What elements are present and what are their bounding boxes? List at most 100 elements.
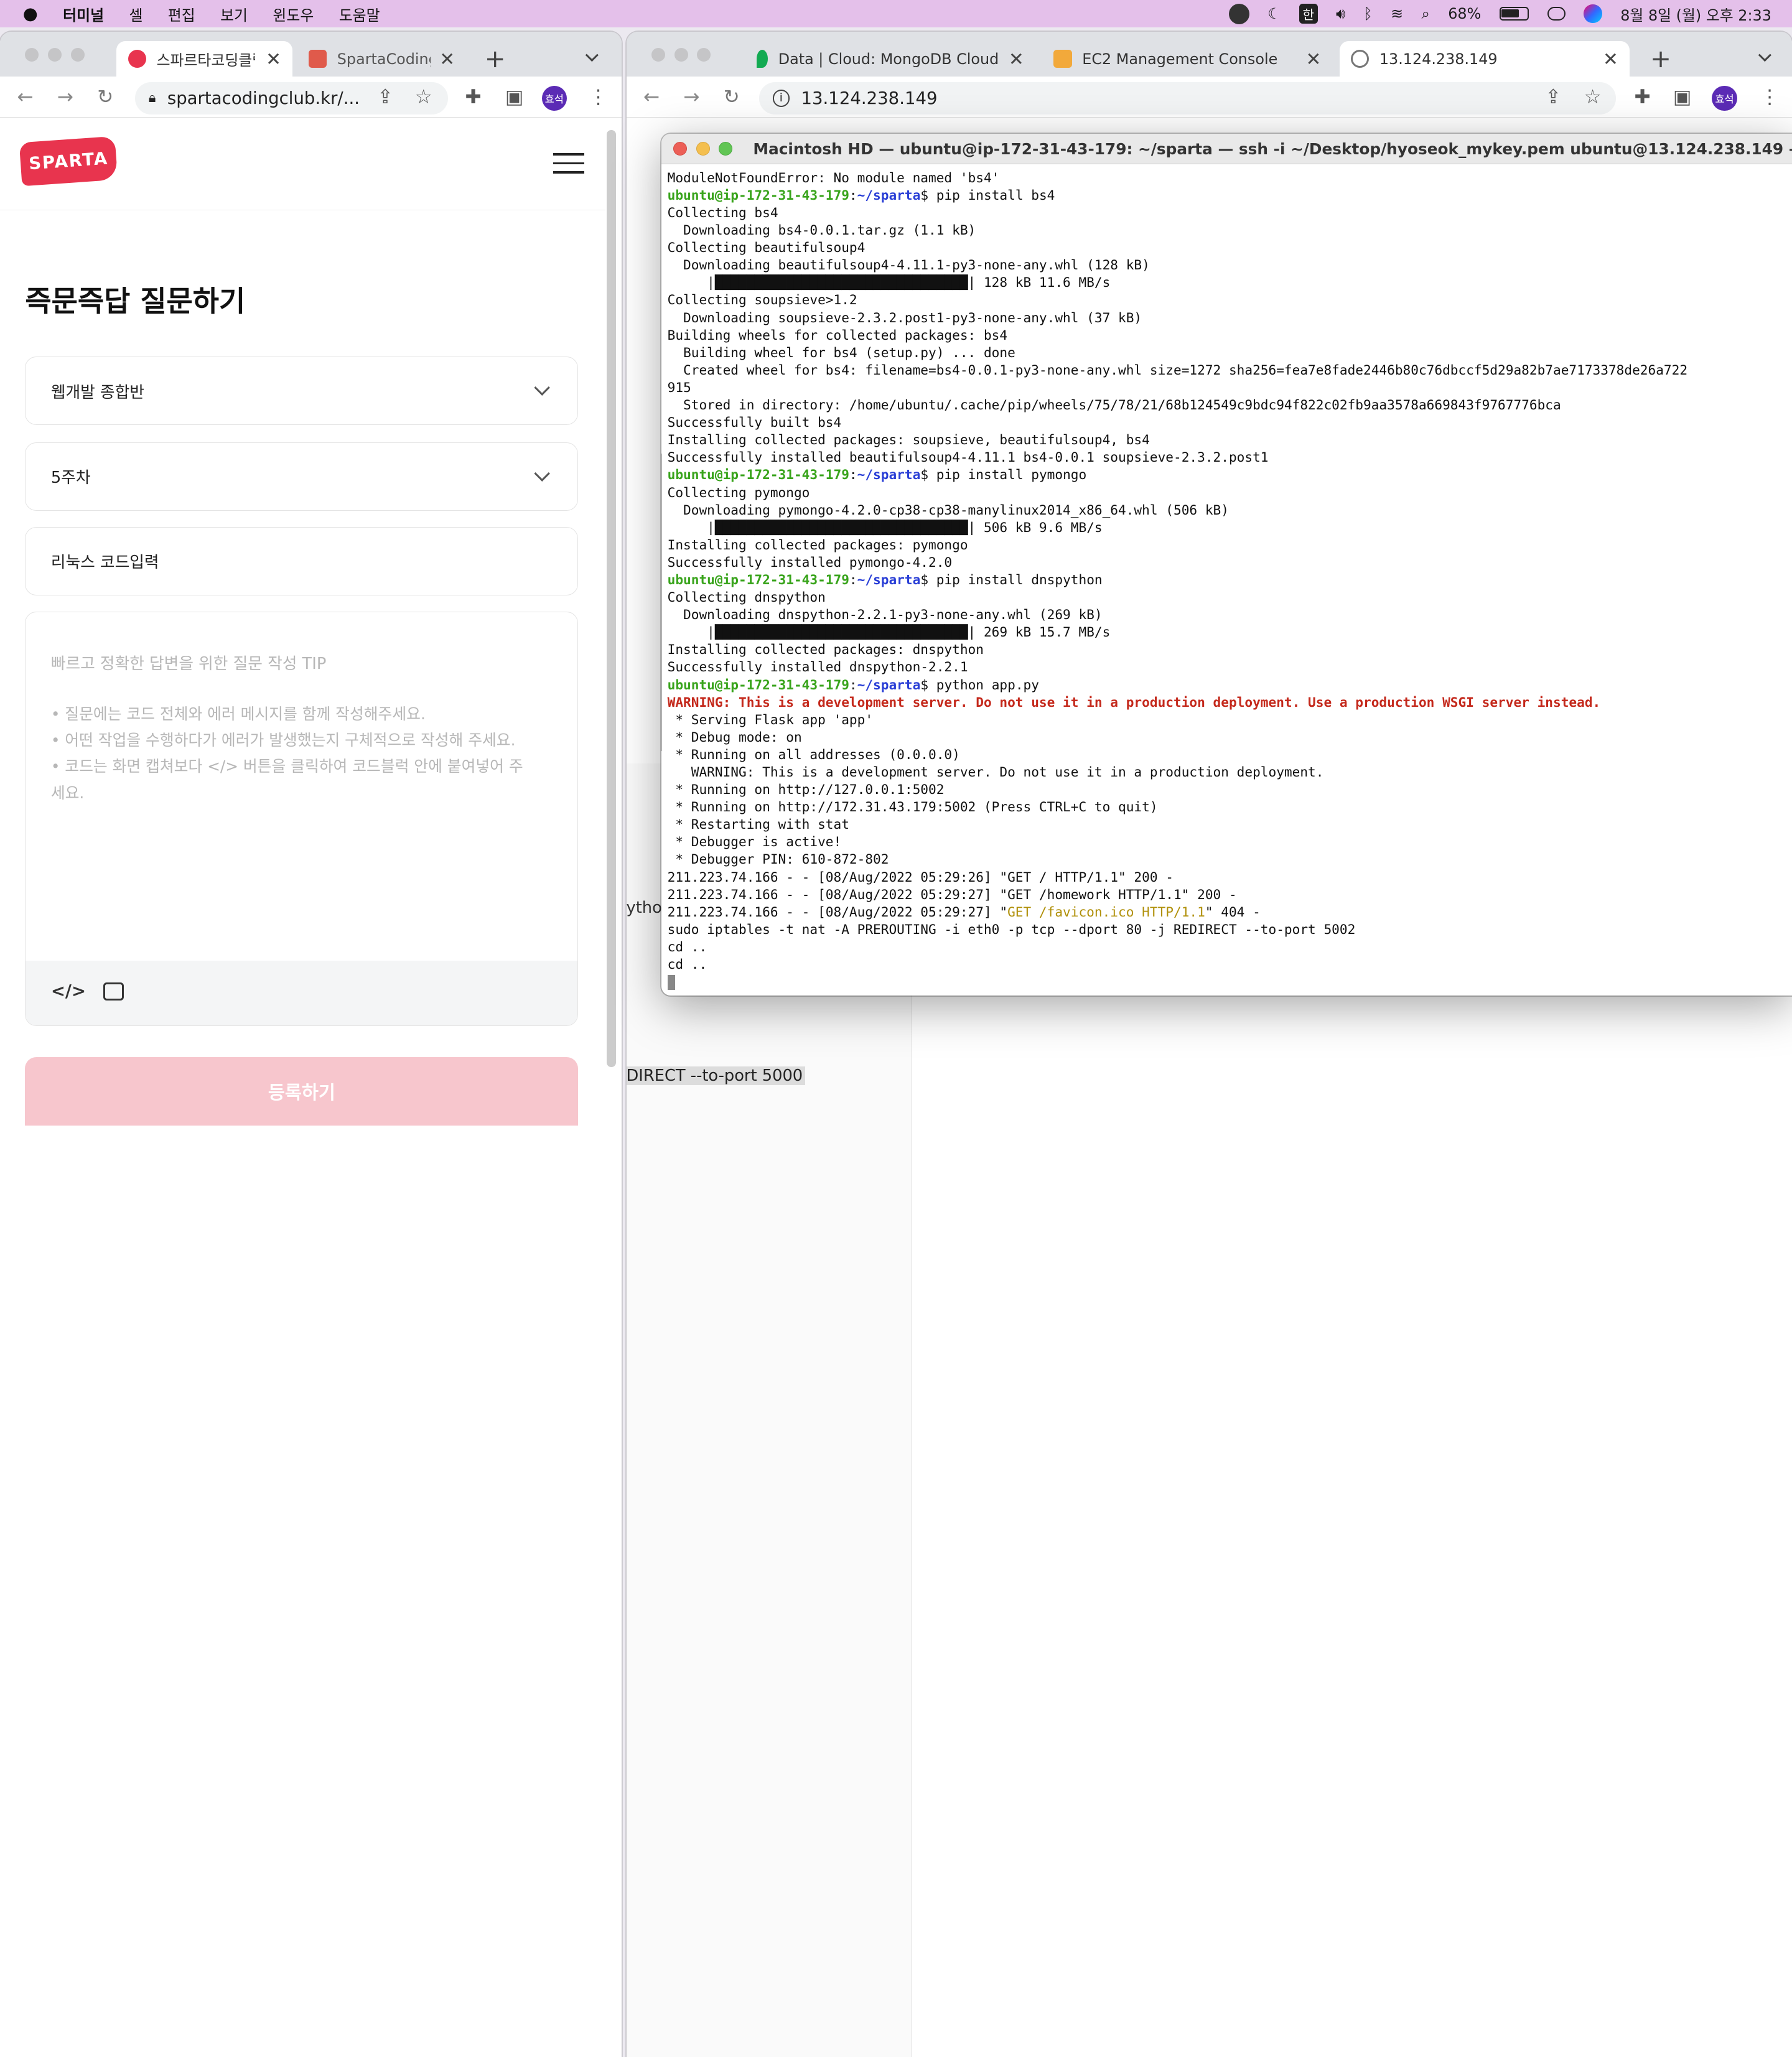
share-icon[interactable]: ⇪: [1545, 86, 1561, 108]
bluetooth-icon[interactable]: ᛒ: [1363, 5, 1372, 22]
tab-mongodb[interactable]: Data | Cloud: MongoDB Cloud ✕: [745, 41, 1036, 77]
tab-search-chevron-icon[interactable]: [586, 48, 599, 62]
zoom-window-button[interactable]: [719, 142, 733, 156]
menu-edit[interactable]: 편집: [156, 3, 208, 25]
page-title: 즉문즉답 질문하기: [25, 284, 246, 319]
zoom-window-button[interactable]: [70, 48, 85, 62]
close-window-button[interactable]: [25, 48, 39, 62]
minimize-window-button[interactable]: [48, 48, 62, 62]
minimize-window-button[interactable]: [674, 48, 688, 62]
close-window-button[interactable]: [673, 142, 687, 156]
wifi-icon[interactable]: ≋: [1391, 5, 1403, 22]
menu-app-terminal[interactable]: 터미널: [50, 3, 116, 25]
hamburger-menu-icon[interactable]: [553, 153, 584, 174]
tab-label: 스파르타코딩클럽: [156, 52, 255, 70]
menu-shell[interactable]: 셀: [116, 3, 155, 25]
terminal-line: ubuntu@ip-172-31-43-179:~/sparta$ pip in…: [667, 187, 1055, 203]
profile-avatar[interactable]: 효석: [1712, 85, 1737, 111]
bookmark-star-icon[interactable]: ☆: [415, 86, 432, 108]
info-icon: i: [772, 90, 790, 107]
terminal-window[interactable]: Macintosh HD — ubuntu@ip-172-31-43-179: …: [661, 133, 1792, 996]
share-icon[interactable]: ⇪: [377, 86, 393, 108]
terminal-line: * Running on http://127.0.0.1:5002: [667, 781, 945, 798]
address-bar[interactable]: 🔒︎ spartacodingclub.kr/...: [134, 82, 448, 114]
close-tab-icon[interactable]: ✕: [257, 49, 281, 70]
profile-avatar[interactable]: 효석: [541, 85, 567, 111]
terminal-output[interactable]: ModuleNotFoundError: No module named 'bs…: [661, 164, 1791, 991]
terminal-line: WARNING: This is a development server. D…: [667, 764, 1324, 780]
terminal-line: Building wheel for bs4 (setup.py) ... do…: [667, 344, 1015, 360]
window-controls: [651, 48, 711, 62]
menu-help[interactable]: 도움말: [326, 3, 392, 25]
prompt-user: ubuntu@ip-172-31-43-179: [667, 467, 849, 483]
terminal-line: Stored in directory: /home/ubuntu/.cache…: [667, 397, 1561, 413]
extensions-puzzle-icon[interactable]: ✚: [1634, 86, 1650, 108]
tab-sparta-active[interactable]: 스파르타코딩클럽 ✕: [116, 41, 293, 77]
code-block-icon[interactable]: </>: [51, 981, 86, 1001]
forward-button[interactable]: →: [57, 86, 73, 108]
week-select[interactable]: 5주차: [25, 442, 579, 511]
terminal-titlebar[interactable]: Macintosh HD — ubuntu@ip-172-31-43-179: …: [661, 133, 1792, 165]
control-center-icon[interactable]: [1547, 7, 1566, 21]
side-panel-icon[interactable]: ▣: [505, 86, 524, 108]
notification-app-icon[interactable]: [1228, 3, 1249, 24]
terminal-cursor: [667, 975, 676, 991]
terminal-line: sudo iptables -t nat -A PREROUTING -i et…: [667, 921, 1356, 937]
tab-ec2[interactable]: EC2 Management Console ✕: [1042, 41, 1333, 77]
tab-spartacoding[interactable]: SpartaCoding ✕: [297, 41, 467, 77]
page-scrollbar[interactable]: [607, 130, 616, 1068]
aws-box-icon: [1053, 49, 1072, 68]
back-button[interactable]: ←: [643, 86, 660, 108]
sparta-logo[interactable]: SPARTA: [19, 136, 118, 187]
back-button[interactable]: ←: [17, 86, 34, 108]
search-icon[interactable]: ⌕: [1421, 5, 1429, 22]
tab-search-chevron-icon[interactable]: [1758, 48, 1771, 62]
menu-kebab-icon[interactable]: ⋮: [589, 86, 608, 108]
reload-button[interactable]: ↻: [97, 86, 113, 108]
forward-button[interactable]: →: [683, 86, 699, 108]
apple-icon[interactable]: ●: [0, 4, 50, 24]
input-source-icon[interactable]: 한: [1299, 3, 1318, 24]
minimize-window-button[interactable]: [696, 142, 710, 156]
close-window-button[interactable]: [651, 48, 665, 62]
extensions-puzzle-icon[interactable]: ✚: [465, 86, 482, 108]
menu-kebab-icon[interactable]: ⋮: [1760, 86, 1780, 108]
new-tab-button[interactable]: +: [485, 44, 506, 73]
close-tab-icon[interactable]: ✕: [1594, 49, 1618, 70]
battery-icon[interactable]: [1499, 7, 1529, 21]
terminal-line: ModuleNotFoundError: No module named 'bs…: [667, 169, 1000, 185]
page-header: SPARTA: [0, 119, 606, 210]
window-controls: [25, 48, 85, 62]
menu-window[interactable]: 윈도우: [260, 3, 326, 25]
volume-icon[interactable]: 🔊︎: [1336, 5, 1345, 22]
submit-button[interactable]: 등록하기: [25, 1056, 579, 1126]
terminal-line: Downloading bs4-0.0.1.tar.gz (1.1 kB): [667, 222, 976, 238]
terminal-line: Downloading soupsieve-2.3.2.post1-py3-no…: [667, 309, 1142, 325]
menu-view[interactable]: 보기: [208, 3, 260, 25]
terminal-line: |████████████████████████████████| 269 k…: [667, 624, 1111, 640]
bookmark-star-icon[interactable]: ☆: [1584, 86, 1602, 108]
tab-server-ip[interactable]: 13.124.238.149 ✕: [1339, 41, 1630, 77]
close-tab-icon[interactable]: ✕: [431, 49, 455, 70]
close-tab-icon[interactable]: ✕: [1297, 49, 1322, 70]
url-text: spartacodingclub.kr/...: [167, 88, 360, 108]
terminal-line: * Serving Flask app 'app': [667, 711, 874, 727]
prompt-user: ubuntu@ip-172-31-43-179: [667, 187, 849, 203]
course-select[interactable]: 웹개발 종합반: [25, 357, 579, 426]
moon-icon[interactable]: ☾: [1267, 5, 1281, 22]
image-upload-icon[interactable]: [103, 982, 124, 1001]
side-panel-icon[interactable]: ▣: [1673, 86, 1692, 108]
close-tab-icon[interactable]: ✕: [999, 49, 1024, 70]
sparta-favicon-icon: [128, 49, 147, 68]
siri-icon[interactable]: [1584, 4, 1602, 23]
reload-button[interactable]: ↻: [724, 86, 740, 108]
clock[interactable]: 8월 8일 (월) 오후 2:33: [1620, 3, 1771, 25]
prompt-path: ~/sparta: [857, 571, 921, 587]
address-bar[interactable]: i 13.124.238.149: [758, 82, 1617, 114]
question-body-editor[interactable]: 빠르고 정확한 답변을 위한 질문 작성 TIP • 질문에는 코드 전체와 에…: [25, 611, 579, 1027]
terminal-line: Successfully installed beautifulsoup4-4.…: [667, 449, 1269, 465]
new-tab-button[interactable]: +: [1650, 44, 1671, 73]
question-title-input[interactable]: 리눅스 코드입력: [25, 526, 579, 595]
zoom-window-button[interactable]: [697, 48, 711, 62]
chevron-down-icon: [534, 380, 551, 396]
